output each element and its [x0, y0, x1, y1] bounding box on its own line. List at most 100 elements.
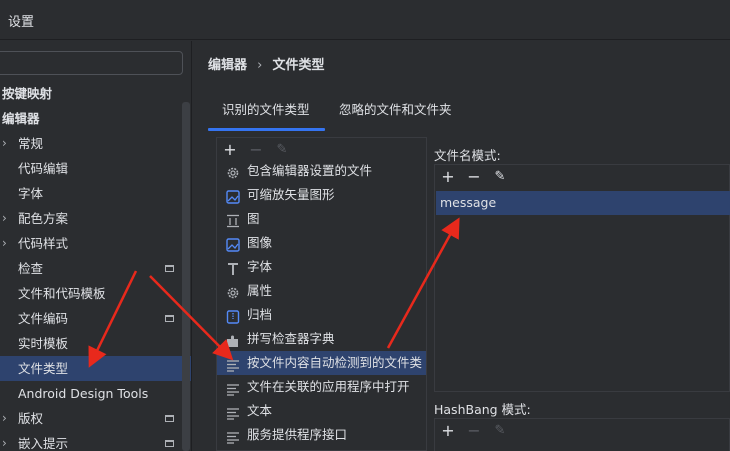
chevron-right-icon[interactable]: › [2, 406, 7, 431]
sidebar-item-label: Android Design Tools [18, 386, 149, 401]
sidebar-item-label: 文件和代码模板 [18, 286, 106, 301]
settings-sidebar: 按键映射编辑器 › 常规代码编辑字体 › 配色方案 › 代码样式检查文件和代码模板 文件编码实… [0, 41, 191, 451]
remove-icon[interactable]: − [463, 165, 485, 189]
file-type-label: 图 [247, 211, 260, 226]
file-type-label: 字体 [247, 259, 273, 274]
sidebar-item[interactable]: 字体 [0, 181, 182, 206]
hashbang-patterns-box: + − ✎ [434, 418, 730, 451]
archive-icon [226, 308, 240, 324]
filename-patterns-label: 文件名模式: [434, 148, 501, 163]
file-type-row[interactable]: 图像 [217, 231, 426, 255]
main-panel: 编辑器 › 文件类型 识别的文件类型 忽略的文件和文件夹 + − ✎ 包含编辑器… [192, 41, 730, 451]
sidebar-item-label: 代码编辑 [18, 161, 69, 176]
file-type-row[interactable]: 服务提供程序接口 [217, 423, 426, 447]
file-type-row[interactable]: 可缩放矢量图形 [217, 183, 426, 207]
sidebar-item[interactable]: 按键映射 [0, 81, 182, 106]
file-type-row[interactable]: 按文件内容自动检测到的文件类 [217, 351, 426, 375]
edit-icon[interactable]: ✎ [489, 165, 511, 189]
breadcrumb-parent[interactable]: 编辑器 [208, 58, 247, 73]
file-type-row[interactable]: 包含编辑器设置的文件 [217, 159, 426, 183]
breadcrumb-current: 文件类型 [272, 58, 325, 73]
tab-ignored-files[interactable]: 忽略的文件和文件夹 [339, 97, 452, 131]
text-icon [226, 428, 240, 444]
file-type-row[interactable]: 文件在关联的应用程序中打开 [217, 375, 426, 399]
sidebar-item-label: 嵌入提示 [18, 436, 69, 451]
tab-label: 识别的文件类型 [222, 102, 310, 117]
file-type-row[interactable]: 图 [217, 207, 426, 231]
file-type-label: 图像 [247, 235, 273, 250]
hashbang-patterns-label: HashBang 模式: [434, 402, 531, 417]
sidebar-item-label: 文件类型 [18, 361, 69, 376]
tab-recognized-file-types[interactable]: 识别的文件类型 [208, 97, 325, 131]
sidebar-item-label: 文件编码 [18, 311, 69, 326]
sidebar-item-label: 检查 [18, 261, 44, 276]
add-icon[interactable]: + [437, 419, 459, 443]
breadcrumb-separator: › [257, 58, 263, 73]
text-icon [226, 404, 240, 420]
sidebar-item[interactable]: › 代码样式 [0, 231, 182, 256]
file-type-label: 按文件内容自动检测到的文件类 [247, 355, 423, 370]
file-type-label: 包含编辑器设置的文件 [247, 163, 373, 178]
text-icon [226, 356, 240, 372]
file-type-label: 属性 [247, 283, 273, 298]
breadcrumb: 编辑器 › 文件类型 [208, 54, 325, 73]
filename-patterns-toolbar: + − ✎ [437, 165, 527, 189]
sidebar-item-label: 字体 [18, 186, 44, 201]
sidebar-item[interactable]: › 版权 [0, 406, 182, 431]
remove-icon[interactable]: − [463, 419, 485, 443]
sidebar-item[interactable]: Android Design Tools [0, 381, 182, 406]
file-type-label: 服务提供程序接口 [247, 427, 348, 442]
sidebar-item[interactable]: › 嵌入提示 [0, 431, 182, 451]
file-type-row[interactable]: 字体 [217, 255, 426, 279]
hashbang-toolbar: + − ✎ [437, 419, 527, 443]
chevron-right-icon[interactable]: › [2, 231, 7, 256]
file-type-row[interactable]: 拼写检查器字典 [217, 327, 426, 351]
sidebar-item[interactable]: 代码编辑 [0, 156, 182, 181]
diagram-icon [226, 212, 240, 228]
file-type-label: 可缩放矢量图形 [247, 187, 335, 202]
file-type-details: 文件名模式: + − ✎ message HashBang 模式: + − ✎ [434, 137, 730, 451]
title-bar: 设置 [0, 0, 730, 40]
file-type-row[interactable]: 文本 [217, 399, 426, 423]
project-scope-icon [165, 415, 174, 422]
chevron-right-icon[interactable]: › [2, 131, 7, 156]
chevron-right-icon[interactable]: › [2, 431, 7, 451]
chevron-right-icon[interactable]: › [2, 206, 7, 231]
sidebar-item[interactable]: 编辑器 [0, 106, 182, 131]
sidebar-item-label: 版权 [18, 411, 44, 426]
sidebar-item-label: 常规 [18, 136, 44, 151]
add-icon[interactable]: + [437, 165, 459, 189]
filename-pattern-row[interactable]: message [436, 191, 730, 215]
sidebar-item-label: 按键映射 [2, 86, 53, 101]
filename-pattern-text: message [440, 195, 497, 210]
gear-icon [226, 284, 240, 299]
sidebar-item-label: 配色方案 [18, 211, 69, 226]
sidebar-item-label: 代码样式 [18, 236, 69, 251]
sidebar-item[interactable]: 实时模板 [0, 331, 182, 356]
project-scope-icon [165, 440, 174, 447]
sidebar-item[interactable]: 文件类型 [0, 356, 191, 381]
file-type-row[interactable]: 归档 [217, 303, 426, 327]
sidebar-item-label: 编辑器 [2, 111, 40, 126]
tab-label: 忽略的文件和文件夹 [339, 102, 452, 117]
sidebar-item[interactable]: 检查 [0, 256, 182, 281]
sidebar-item[interactable]: 文件编码 [0, 306, 182, 331]
file-types-list-panel: + − ✎ 包含编辑器设置的文件 可缩放矢量图形图图像 字体 属性 归档 拼写检查器字典按… [216, 137, 427, 451]
sidebar-item[interactable]: › 常规 [0, 131, 182, 156]
filename-patterns-box: + − ✎ message [434, 164, 730, 392]
file-type-label: 文本 [247, 403, 273, 418]
edit-icon[interactable]: ✎ [489, 419, 511, 443]
settings-search-input[interactable] [0, 51, 183, 75]
sidebar-item-label: 实时模板 [18, 336, 69, 351]
font-icon [226, 260, 240, 275]
puzzle-icon [226, 332, 240, 347]
sidebar-item[interactable]: › 配色方案 [0, 206, 182, 231]
sidebar-scrollbar[interactable] [182, 102, 190, 451]
project-scope-icon [165, 265, 174, 272]
file-type-label: 文件在关联的应用程序中打开 [247, 379, 410, 394]
window-title: 设置 [8, 15, 35, 30]
file-type-row[interactable]: 属性 [217, 279, 426, 303]
file-type-label: 归档 [247, 307, 273, 322]
text-icon [226, 380, 240, 396]
sidebar-item[interactable]: 文件和代码模板 [0, 281, 182, 306]
